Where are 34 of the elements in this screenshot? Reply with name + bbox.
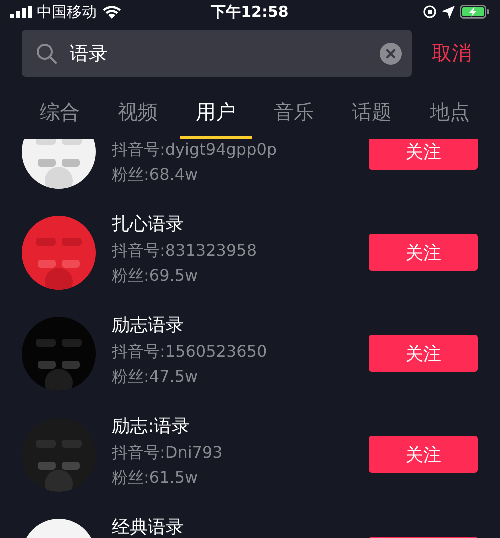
- wifi-icon: [102, 5, 122, 19]
- user-id: 抖音号:Dni793: [112, 443, 224, 463]
- carrier-name: 中国移动: [37, 2, 97, 22]
- cancel-button[interactable]: 取消: [432, 40, 472, 67]
- clock-time: 下午12:58: [211, 2, 289, 22]
- search-icon: [36, 42, 58, 64]
- clear-icon[interactable]: [380, 42, 402, 64]
- follower-count: 粉丝:69.5w: [112, 266, 200, 286]
- follow-button[interactable]: 关注: [369, 335, 478, 372]
- user-name: 扎心语录: [112, 214, 185, 236]
- tab[interactable]: 话题: [336, 95, 408, 139]
- user-name: 励志语录: [112, 315, 185, 337]
- signal-icon: [10, 6, 32, 18]
- tab[interactable]: 综合: [24, 95, 96, 139]
- follow-button[interactable]: 关注: [369, 139, 478, 170]
- user-id: 抖音号:831323958: [112, 241, 258, 261]
- rotation-lock-icon: [423, 5, 437, 19]
- location-arrow-icon: [442, 6, 455, 18]
- tab[interactable]: 用户: [180, 95, 252, 139]
- follower-count: 粉丝:47.5w: [112, 367, 200, 387]
- tab[interactable]: 视频: [102, 95, 174, 139]
- tab[interactable]: 音乐: [258, 95, 330, 139]
- user-name: 励志:语录: [112, 416, 192, 438]
- search-query: 语录: [70, 42, 108, 66]
- follower-count: 粉丝:68.4w: [112, 165, 200, 185]
- search-field[interactable]: 语录: [22, 30, 412, 77]
- user-id: 抖音号:1560523650: [112, 342, 268, 362]
- user-id: 抖音号:dyigt94gpp0p: [112, 140, 278, 160]
- tab[interactable]: 地点: [414, 95, 486, 139]
- user-name: 经典语录: [112, 517, 185, 538]
- follow-button[interactable]: 关注: [369, 436, 478, 473]
- follow-button[interactable]: 关注: [369, 234, 478, 271]
- follower-count: 粉丝:61.5w: [112, 468, 200, 488]
- battery-charging-icon: [460, 5, 490, 19]
